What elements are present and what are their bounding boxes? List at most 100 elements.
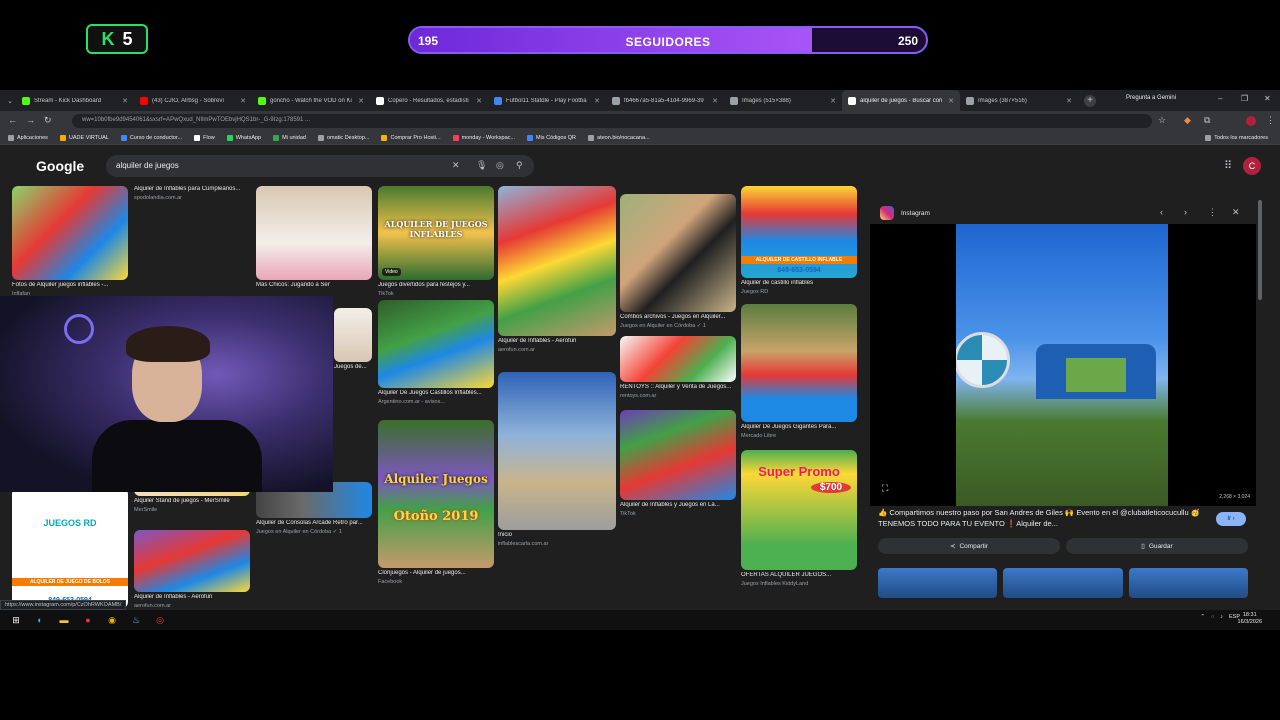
clear-search-icon[interactable]: ✕ bbox=[452, 160, 460, 171]
obs-icon[interactable]: ● bbox=[80, 613, 96, 627]
result-thumbnail[interactable]: ALQUILER DE JUEGOS INFLABLES Video bbox=[378, 186, 494, 280]
image-result[interactable]: Combos archivos - Juegos en Alquiler... J… bbox=[620, 194, 736, 336]
tab-close-icon[interactable]: ✕ bbox=[712, 97, 718, 105]
tab-7[interactable]: alquiler de juegos - Buscar con ✕ bbox=[842, 90, 960, 111]
bookmark-item[interactable]: Aplicaciones bbox=[8, 134, 48, 141]
voice-search-icon[interactable]: 🎙 bbox=[476, 160, 487, 171]
google-logo[interactable]: Google bbox=[36, 158, 84, 174]
bookmark-item[interactable]: Curso de conductor... bbox=[120, 134, 182, 141]
result-title[interactable]: Alquiler de Inflables para Cumpleaños... bbox=[134, 186, 250, 192]
app-icon[interactable]: ◎ bbox=[152, 613, 168, 627]
gemini-button[interactable]: Pregunta a Gemini bbox=[1126, 95, 1176, 101]
bookmark-item[interactable]: UADE VIRTUAL bbox=[59, 134, 109, 141]
related-image[interactable] bbox=[1128, 568, 1248, 598]
result-thumbnail[interactable] bbox=[620, 194, 736, 312]
result-title[interactable]: Alquiler de Consolas Arcade Retro par... bbox=[256, 520, 372, 526]
extension-icon[interactable]: ◆ bbox=[1184, 115, 1191, 126]
bookmark-item[interactable]: Todos los marcadores bbox=[1205, 134, 1268, 141]
lens-icon[interactable]: ⛶ bbox=[882, 483, 888, 494]
lens-search-icon[interactable]: ◎ bbox=[496, 160, 504, 171]
image-result[interactable]: Más Chicos: Jugando a Ser bbox=[256, 186, 372, 304]
result-title[interactable]: Alquiler De Juegos Gigantes Para... bbox=[741, 424, 857, 430]
tab-close-icon[interactable]: ✕ bbox=[830, 97, 836, 105]
tray-up-icon[interactable]: ⌃ bbox=[1200, 614, 1205, 620]
address-bar[interactable]: ww=10b0fbe9d9454061&sxsrf=APwQxud_NIlmPw… bbox=[72, 114, 1152, 128]
system-clock[interactable]: 18:31 16/3/2026 bbox=[1238, 612, 1262, 626]
preview-photo[interactable] bbox=[956, 224, 1168, 506]
result-thumbnail[interactable] bbox=[741, 304, 857, 422]
result-thumbnail[interactable] bbox=[620, 410, 736, 500]
minimize-icon[interactable]: – bbox=[1218, 94, 1222, 103]
bookmark-star-icon[interactable]: ☆ bbox=[1158, 115, 1166, 126]
result-title[interactable]: Alquiler Stand de juegos - MerSmile bbox=[134, 498, 250, 504]
result-title[interactable]: Alquiler de Inflables - Aerofun bbox=[134, 594, 250, 600]
result-thumbnail[interactable] bbox=[334, 308, 372, 362]
result-title[interactable]: Juegos de... bbox=[334, 364, 372, 370]
result-title[interactable]: Alquiler de castillo inflables bbox=[741, 280, 857, 286]
tab-search-icon[interactable]: ⌄ bbox=[4, 94, 16, 108]
account-avatar[interactable]: C bbox=[1243, 157, 1261, 175]
preview-description[interactable]: 👍 Compartimos nuestro paso por San Andre… bbox=[878, 508, 1218, 530]
image-result[interactable]: Fotos de Alquiler juegos inflables -... I… bbox=[12, 186, 128, 304]
image-result[interactable]: Alquiler de Inflables para Cumpleaños...… bbox=[134, 186, 250, 210]
result-title[interactable]: Fotos de Alquiler juegos inflables -... bbox=[12, 282, 128, 288]
result-title[interactable]: Juegos divertidos para festejos y... bbox=[378, 282, 494, 288]
chrome-icon[interactable]: ◉ bbox=[104, 613, 120, 627]
previous-icon[interactable]: ‹ bbox=[1160, 207, 1163, 217]
result-title[interactable]: Más Chicos: Jugando a Ser bbox=[256, 282, 372, 288]
bookmark-item[interactable]: WhatsApp bbox=[226, 134, 261, 141]
result-title[interactable]: Alquiler de Inflables - Aerofun bbox=[498, 338, 616, 344]
result-thumbnail[interactable]: ALQUILER DE CASTILLO INFLABLE 849-653-059… bbox=[741, 186, 857, 278]
result-thumbnail[interactable] bbox=[498, 186, 616, 336]
extensions-puzzle-icon[interactable]: ⧉ bbox=[1204, 115, 1210, 126]
network-icon[interactable]: ◌ bbox=[1211, 614, 1214, 620]
tab-2[interactable]: goncho - Watch the VOD on Ki ✕ bbox=[252, 90, 370, 111]
visit-button[interactable]: Ir › bbox=[1216, 512, 1246, 526]
related-image[interactable] bbox=[1003, 568, 1123, 598]
image-result[interactable]: ALQUILER DE JUEGOS INFLABLES Video Juegos … bbox=[378, 186, 494, 304]
image-result[interactable]: Alquiler De Juegos Gigantes Para... Merca… bbox=[741, 304, 857, 446]
tab-0[interactable]: Stream - Kick Dashboard ✕ bbox=[16, 90, 134, 111]
windows-start-icon[interactable]: ⊞ bbox=[8, 613, 24, 627]
tab-close-icon[interactable]: ✕ bbox=[240, 97, 246, 105]
tab-1[interactable]: (43) CJIO, Alrbsg - Sobreví ✕ bbox=[134, 90, 252, 111]
tab-close-icon[interactable]: ✕ bbox=[1066, 97, 1072, 105]
result-thumbnail[interactable] bbox=[134, 530, 250, 592]
tab-3[interactable]: Copero - Resultados, estadísti ✕ bbox=[370, 90, 488, 111]
result-title[interactable]: Alquiler De Juegos Castillos Inflables..… bbox=[378, 390, 494, 396]
preview-source[interactable]: Instagram bbox=[901, 210, 930, 217]
result-thumbnail[interactable] bbox=[378, 300, 494, 388]
result-title[interactable]: Clonjuegos - Alquiler de juegos... bbox=[378, 570, 494, 576]
maximize-icon[interactable]: ❐ bbox=[1241, 94, 1248, 103]
close-preview-icon[interactable]: ✕ bbox=[1232, 207, 1240, 218]
reload-icon[interactable]: ↻ bbox=[44, 115, 52, 126]
back-icon[interactable]: ← bbox=[8, 115, 17, 125]
result-title[interactable]: OFERTAS ALQUILER JUEGOS... bbox=[741, 572, 857, 578]
bookmark-item[interactable]: Mi unidad bbox=[273, 134, 306, 141]
tab-4[interactable]: Futbol11 Statdle - Play Footba ✕ bbox=[488, 90, 606, 111]
related-image[interactable] bbox=[878, 568, 998, 598]
result-thumbnail[interactable] bbox=[498, 372, 616, 530]
bookmark-item[interactable]: omatic Desktop... bbox=[317, 134, 369, 141]
result-thumbnail[interactable] bbox=[620, 336, 736, 382]
tab-5[interactable]: fb4667a5-81a5-41d4-9969-39 ✕ bbox=[606, 90, 724, 111]
tab-close-icon[interactable]: ✕ bbox=[358, 97, 364, 105]
result-thumbnail[interactable]: Alquiler Juegos Otoño 2019 bbox=[378, 420, 494, 568]
bookmark-item[interactable]: Mis Códigos QR bbox=[526, 134, 576, 141]
result-thumbnail[interactable] bbox=[256, 186, 372, 280]
image-result[interactable]: Super Promo $700 OFERTAS ALQUILER JUEGOS..… bbox=[741, 450, 857, 594]
image-result[interactable]: Alquiler de Inflables y Juegos en La... T… bbox=[620, 410, 736, 524]
result-thumbnail[interactable]: ALQUILER DE JUEGO DE BOLOS849-653-0594JU… bbox=[12, 488, 128, 608]
tab-close-icon[interactable]: ✕ bbox=[948, 97, 954, 105]
forward-icon[interactable]: → bbox=[26, 115, 35, 125]
tab-close-icon[interactable]: ✕ bbox=[476, 97, 482, 105]
tab-close-icon[interactable]: ✕ bbox=[594, 97, 600, 105]
result-title[interactable]: Combos archivos - Juegos en Alquiler... bbox=[620, 314, 736, 320]
profile-avatar-icon[interactable] bbox=[1246, 116, 1256, 126]
search-box[interactable]: alquiler de juegos ✕ 🎙 ◎ ⚲ bbox=[106, 155, 534, 177]
image-result[interactable]: Alquiler de Inflables - Aerofun aerofun.c… bbox=[498, 186, 616, 360]
close-window-icon[interactable]: ✕ bbox=[1264, 94, 1271, 103]
result-title[interactable]: Inicio bbox=[498, 532, 616, 538]
image-result[interactable]: RENTOYS :: Alquiler y Venta de Juegos...… bbox=[620, 336, 736, 406]
edge-icon[interactable]: ◐ bbox=[32, 613, 48, 627]
